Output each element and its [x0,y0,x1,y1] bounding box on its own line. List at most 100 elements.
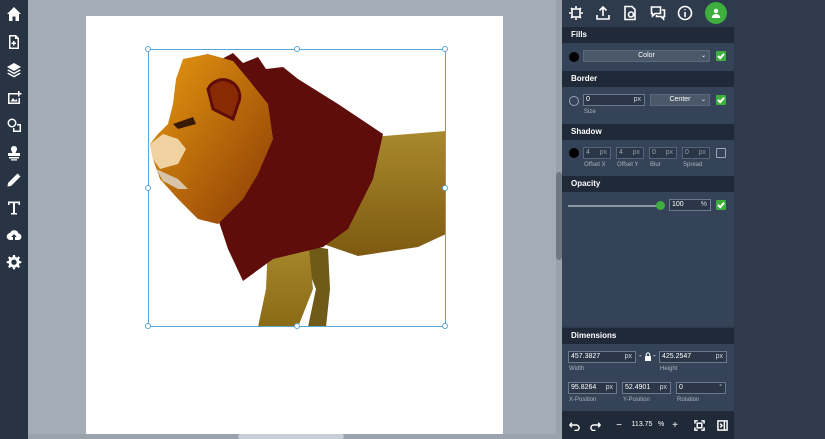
chevron-down-icon: ⌄ [700,53,706,59]
comments-button[interactable] [648,3,668,23]
pencil-button[interactable] [0,167,28,193]
shadow-offset-x-input[interactable]: 4 px [583,147,611,159]
resize-handle-bottom-right[interactable] [442,323,448,329]
shadow-spread-unit: px [698,149,706,156]
fill-color-swatch[interactable] [569,52,579,62]
pencil-icon [7,173,21,187]
stamp-icon [8,145,20,161]
border-size-input[interactable]: 0 px [583,94,645,106]
border-size-unit: px [633,96,641,103]
zoom-out-button[interactable]: − [613,418,625,432]
opacity-slider-track[interactable] [568,205,660,207]
toggle-panel-button[interactable] [715,418,729,432]
resize-handle-right[interactable] [442,185,448,191]
selection-box[interactable] [145,46,448,329]
undo-button[interactable] [567,418,581,432]
height-unit: px [715,353,723,360]
horizontal-scrollbar-thumb[interactable] [238,434,344,439]
layers-icon [7,63,21,78]
rotation-unit: ° [719,384,722,391]
width-input[interactable]: 457.3827 px [568,351,636,363]
properties-panel: Fills Color ⌄ Border 0 px Size Center ⌄ … [562,0,734,439]
add-page-button[interactable] [0,29,28,55]
info-button[interactable] [675,3,695,23]
shadow-offset-y-label: Offset Y [617,162,639,168]
add-image-button[interactable] [0,85,28,111]
opacity-slider-fill [568,205,660,207]
rotation-label: Rotation [677,397,700,403]
save-file-icon [624,5,636,21]
text-button[interactable] [0,195,28,221]
opacity-value: 100 [672,201,684,208]
opacity-unit: % [700,201,707,208]
shadow-section: 4 px 4 px 0 px 0 px Offset X Offset Y Bl… [562,140,734,176]
left-toolbar [0,0,28,439]
opacity-enabled-checkbox[interactable] [716,200,726,210]
lock-icon[interactable] [644,352,652,361]
dimensions-section: 457.3827 px Width - - 425.2547 px Height… [562,344,734,411]
home-icon [7,7,21,21]
opacity-slider-thumb[interactable] [656,201,665,210]
zoom-unit: % [658,421,665,428]
resize-handle-bottom[interactable] [294,323,300,329]
redo-button[interactable] [588,418,602,432]
shadow-enabled-checkbox[interactable] [716,148,726,158]
fit-screen-button[interactable] [692,418,706,432]
horizontal-scrollbar[interactable] [28,434,556,439]
rotation-input[interactable]: 0 ° [676,382,726,394]
home-button[interactable] [0,1,28,27]
resize-handle-left[interactable] [145,185,151,191]
y-position-value: 52.4901 [625,384,651,391]
workspace-edge [734,0,825,439]
save-file-button[interactable] [620,3,640,23]
settings-button[interactable] [0,249,28,275]
shapes-icon [7,118,21,132]
shadow-offset-y-value: 4 [619,149,623,156]
resize-handle-top[interactable] [294,46,300,52]
border-position-select[interactable]: Center ⌄ [650,94,710,106]
border-size-label: Size [584,109,596,115]
dimensions-header: Dimensions [562,328,734,344]
link-separator-left: - [639,351,642,360]
resize-handle-bottom-left[interactable] [145,323,151,329]
stamp-button[interactable] [0,140,28,166]
resize-handle-top-right[interactable] [442,46,448,52]
shadow-blur-unit: px [665,149,673,156]
shadow-spread-input[interactable]: 0 px [682,147,710,159]
text-icon [8,201,20,215]
zoom-level[interactable]: 113.75 [628,419,656,431]
x-position-value: 95.8264 [571,384,597,391]
layers-button[interactable] [0,57,28,83]
chevron-down-icon: ⌄ [700,97,706,103]
panel-collapse-icon [716,419,728,431]
shadow-offset-x-value: 4 [586,149,590,156]
upload-button[interactable] [593,3,613,23]
shadow-offset-y-unit: px [632,149,640,156]
effects-button[interactable] [566,3,586,23]
shadow-blur-input[interactable]: 0 px [649,147,677,159]
info-icon [677,5,693,21]
fill-enabled-checkbox[interactable] [716,51,726,61]
cloud-upload-icon [6,230,22,241]
top-action-bar [562,0,734,26]
shapes-button[interactable] [0,112,28,138]
y-position-input[interactable]: 52.4901 px [622,382,671,394]
width-label: Width [569,366,585,372]
checkmark-icon [717,202,725,209]
cloud-upload-button[interactable] [0,222,28,248]
border-enabled-checkbox[interactable] [716,95,726,105]
opacity-input[interactable]: 100 % [669,199,711,211]
shadow-offset-y-input[interactable]: 4 px [616,147,644,159]
resize-handle-top-left[interactable] [145,46,151,52]
rotation-value: 0 [679,384,683,391]
width-value: 457.3827 [571,353,601,360]
zoom-in-button[interactable]: + [669,418,681,432]
fill-type-select[interactable]: Color ⌄ [583,50,710,62]
border-color-swatch[interactable] [569,96,579,106]
bottom-bar: − 113.75 % + [562,411,734,439]
height-input[interactable]: 425.2547 px [659,351,727,363]
shadow-color-swatch[interactable] [569,148,579,158]
profile-button[interactable] [705,2,727,24]
x-position-input[interactable]: 95.8264 px [568,382,617,394]
checkmark-icon [717,53,725,60]
